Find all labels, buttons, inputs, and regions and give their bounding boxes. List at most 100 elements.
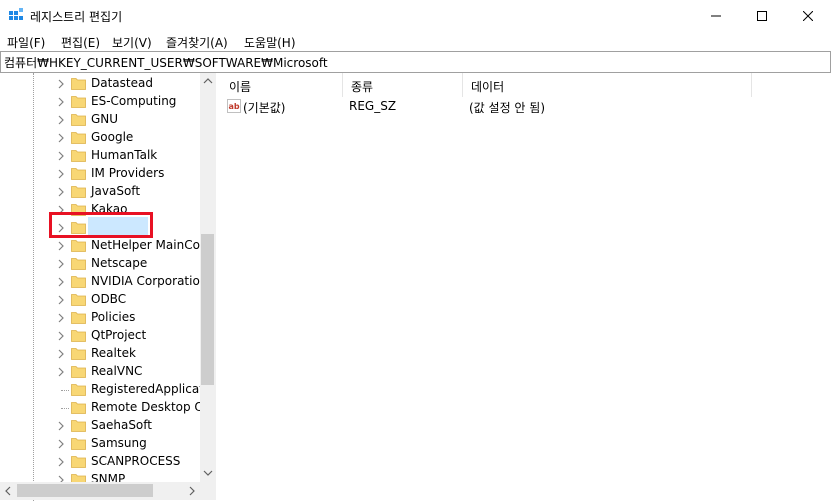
scroll-right-icon[interactable] <box>184 482 200 500</box>
scroll-left-icon[interactable] <box>0 482 16 500</box>
tree-item[interactable]: Remote Desktop Or <box>0 399 209 417</box>
chevron-right-icon[interactable] <box>56 151 66 161</box>
address-bar[interactable]: 컴퓨터₩HKEY_CURRENT_USER₩SOFTWARE₩Microsoft <box>0 51 831 73</box>
tree-pane[interactable]: Datastead ES-Computing GNU Google HumanTalk I… <box>0 73 217 501</box>
tree-item[interactable]: Realtek <box>0 345 200 363</box>
registry-editor-app-icon <box>9 8 23 20</box>
tree-item-label: GNU <box>91 112 119 126</box>
tree-item[interactable]: Datastead <box>0 75 200 93</box>
folder-icon <box>71 366 86 378</box>
tree-item-label: Google <box>91 130 134 144</box>
tree-item-label: RegisteredApplicatic <box>91 382 214 396</box>
tree-item[interactable]: QtProject <box>0 327 200 345</box>
tree-vertical-scroll-thumb[interactable] <box>201 234 214 385</box>
maximize-button[interactable] <box>739 0 785 31</box>
tree-item[interactable]: IM Providers <box>0 165 200 183</box>
tree-item[interactable]: Policies <box>0 309 200 327</box>
tree-item[interactable]: HumanTalk <box>0 147 200 165</box>
minimize-icon <box>711 15 721 16</box>
tree-item[interactable]: JavaSoft <box>0 183 200 201</box>
maximize-icon <box>757 10 767 21</box>
chevron-right-icon[interactable] <box>56 367 66 377</box>
chevron-right-icon[interactable] <box>56 97 66 107</box>
tree-item[interactable]: RegisteredApplicatic <box>0 381 214 399</box>
value-type: REG_SZ <box>349 99 397 113</box>
chevron-right-icon[interactable] <box>56 331 66 341</box>
chevron-right-icon[interactable] <box>56 313 66 323</box>
folder-icon <box>71 168 86 180</box>
tree-connector <box>61 390 69 391</box>
chevron-right-icon[interactable] <box>56 421 66 431</box>
scroll-down-icon[interactable] <box>200 465 216 481</box>
values-list-pane[interactable]: 이름 종류 데이터 ab (기본값) REG_SZ (값 설정 안 됨) <box>221 73 831 501</box>
folder-icon <box>71 132 86 144</box>
close-icon <box>803 10 813 21</box>
column-header-name[interactable]: 이름 <box>221 73 343 97</box>
address-path[interactable]: 컴퓨터₩HKEY_CURRENT_USER₩SOFTWARE₩Microsoft <box>4 54 328 71</box>
tree-item[interactable]: SCANPROCESS <box>0 453 200 471</box>
folder-icon <box>71 420 86 432</box>
folder-icon <box>71 402 86 414</box>
chevron-right-icon[interactable] <box>56 133 66 143</box>
minimize-button[interactable] <box>693 0 739 31</box>
tree-item[interactable]: RealVNC <box>0 363 200 381</box>
chevron-right-icon[interactable] <box>56 295 66 305</box>
chevron-right-icon[interactable] <box>56 115 66 125</box>
menu-edit[interactable]: 편집(E) <box>61 34 100 51</box>
chevron-right-icon[interactable] <box>56 259 66 269</box>
tree-connector <box>61 408 69 409</box>
tree-item-label: SCANPROCESS <box>91 454 181 468</box>
menu-favorites[interactable]: 즐겨찾기(A) <box>166 34 228 51</box>
folder-icon <box>71 348 86 360</box>
scroll-up-icon[interactable] <box>200 73 216 89</box>
tree-item[interactable]: Netscape <box>0 255 200 273</box>
chevron-right-icon[interactable] <box>56 241 66 251</box>
folder-icon <box>71 384 86 396</box>
chevron-right-icon[interactable] <box>56 349 66 359</box>
folder-icon <box>71 294 86 306</box>
tree-item-label: NetHelper MainCon <box>91 238 208 252</box>
chevron-right-icon[interactable] <box>56 187 66 197</box>
tree-item[interactable]: ODBC <box>0 291 200 309</box>
folder-icon <box>71 96 86 108</box>
menu-view[interactable]: 보기(V) <box>112 34 152 51</box>
tree-item-label: Policies <box>91 310 136 324</box>
tree-item-label: QtProject <box>91 328 147 342</box>
chevron-right-icon[interactable] <box>56 277 66 287</box>
folder-icon <box>71 456 86 468</box>
folder-icon <box>71 258 86 270</box>
close-button[interactable] <box>785 0 831 31</box>
folder-icon <box>71 438 86 450</box>
tree-horizontal-scroll-thumb[interactable] <box>17 484 153 497</box>
tree-item-label: NVIDIA Corporation <box>91 274 208 288</box>
title-bar: 레지스트리 편집기 <box>0 0 831 31</box>
chevron-right-icon[interactable] <box>56 439 66 449</box>
tree-item-label: HumanTalk <box>91 148 158 162</box>
tree-item-label: Realtek <box>91 346 136 360</box>
tree-item[interactable]: Samsung <box>0 435 200 453</box>
folder-icon <box>71 186 86 198</box>
tree-item[interactable]: ES-Computing <box>0 93 200 111</box>
folder-icon <box>71 330 86 342</box>
folder-icon <box>71 276 86 288</box>
folder-icon <box>71 114 86 126</box>
tree-item-label: Datastead <box>91 76 153 90</box>
chevron-right-icon[interactable] <box>56 457 66 467</box>
menu-help[interactable]: 도움말(H) <box>244 34 296 51</box>
tree-item-label: Remote Desktop Or <box>91 400 209 414</box>
value-name[interactable]: (기본값) <box>243 99 285 116</box>
tree-item-label: IM Providers <box>91 166 165 180</box>
tree-item-label: Samsung <box>91 436 147 450</box>
column-header-type[interactable]: 종류 <box>343 73 463 97</box>
chevron-right-icon[interactable] <box>56 169 66 179</box>
tree-item[interactable]: NetHelper MainCon <box>0 237 208 255</box>
tree-item-label: RealVNC <box>91 364 143 378</box>
tree-item[interactable]: SaehaSoft <box>0 417 200 435</box>
menu-file[interactable]: 파일(F) <box>7 34 45 51</box>
tree-item-label: ODBC <box>91 292 127 306</box>
chevron-right-icon[interactable] <box>56 79 66 89</box>
tree-item[interactable]: Google <box>0 129 200 147</box>
column-header-data[interactable]: 데이터 <box>463 73 752 97</box>
tree-item[interactable]: NVIDIA Corporation <box>0 273 207 291</box>
tree-item[interactable]: GNU <box>0 111 200 129</box>
